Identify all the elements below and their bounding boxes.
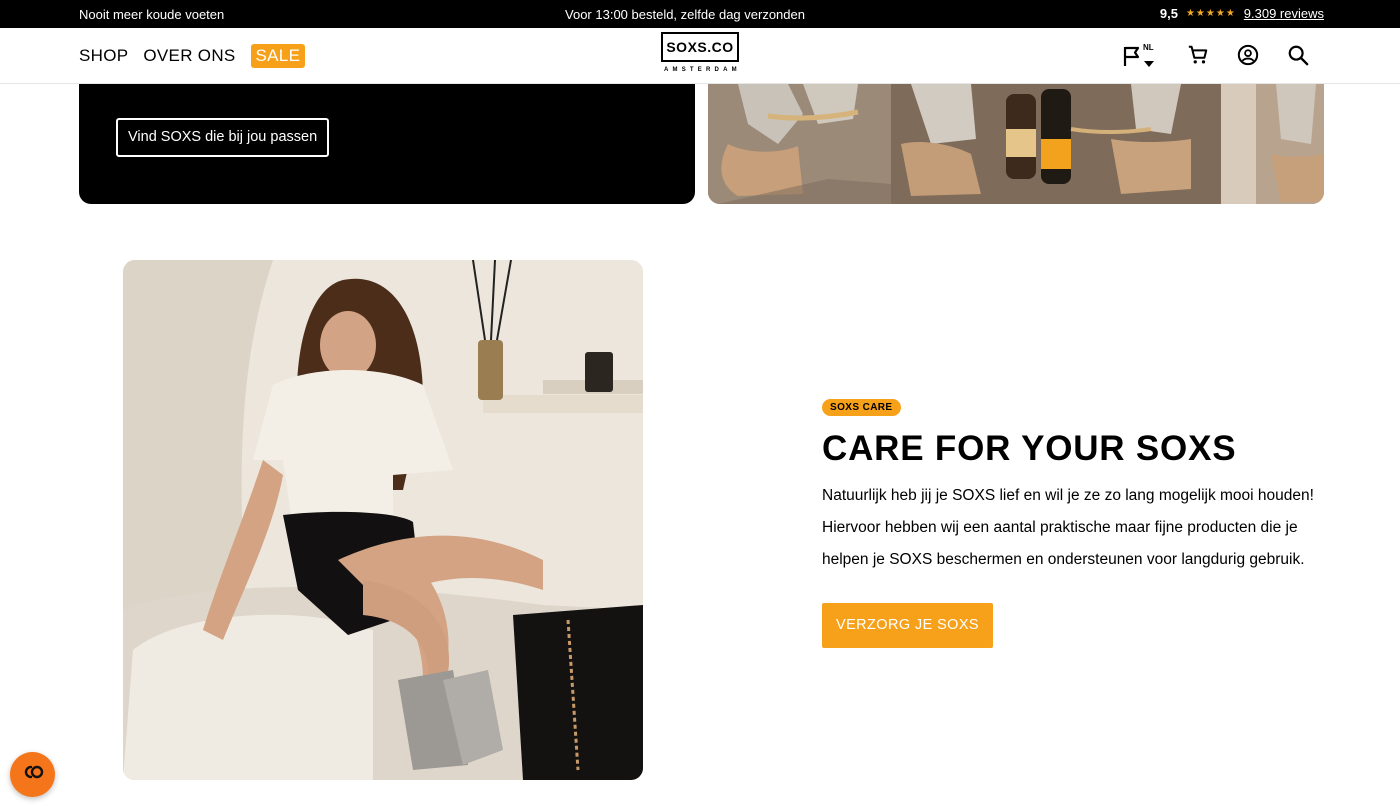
find-soxs-button[interactable]: Vind SOXS die bij jou passen <box>116 118 330 157</box>
nav-shop[interactable]: SHOP <box>79 46 128 66</box>
site-header: SHOP OVER ONS SALE SOXS.CO AMSTERDAM NL <box>0 28 1400 84</box>
chat-button[interactable] <box>10 752 55 797</box>
logo-subtitle: AMSTERDAM <box>664 67 741 73</box>
hero-card: Vind SOXS die bij jou passen <box>79 84 695 204</box>
language-code: NL <box>1143 43 1154 52</box>
account-icon <box>1237 44 1259 71</box>
rating-summary: 9,5 ★★★★★ 9.309 reviews <box>1160 6 1324 21</box>
main-nav: SHOP OVER ONS SALE <box>79 44 306 68</box>
care-badge: SOXS CARE <box>822 399 901 416</box>
rating-score: 9,5 <box>1159 6 1178 21</box>
hero-photo <box>708 84 1324 204</box>
search-icon <box>1287 44 1309 71</box>
announcement-bar: Nooit meer koude voeten Voor 13:00 beste… <box>0 0 1400 28</box>
care-photo <box>123 260 643 780</box>
care-section: SOXS CARE CARE FOR YOUR SOXS Natuurlijk … <box>822 397 1322 648</box>
hero-photo-heels-right <box>1221 84 1324 204</box>
chat-icon <box>21 765 45 784</box>
language-selector[interactable]: NL <box>1122 43 1162 71</box>
care-description: Natuurlijk heb jij je SOXS lief en wil j… <box>822 487 1314 568</box>
reviews-link[interactable]: 9.309 reviews <box>1244 6 1324 21</box>
site-logo[interactable]: SOXS.CO AMSTERDAM <box>661 32 739 73</box>
care-cta-button[interactable]: VERZORG JE SOXS <box>822 603 993 648</box>
flag-icon <box>1122 45 1142 72</box>
cart-button[interactable] <box>1184 43 1212 71</box>
rating-stars: ★★★★★ <box>1185 8 1236 19</box>
care-title: CARE FOR YOUR SOXS <box>822 429 1237 468</box>
logo-mark: SOXS.CO <box>661 32 739 62</box>
hero-photo-champagne <box>891 84 1221 204</box>
nav-sale[interactable]: SALE <box>250 44 306 68</box>
header-icons: NL <box>1122 43 1312 71</box>
account-button[interactable] <box>1234 43 1262 71</box>
cart-icon <box>1187 44 1209 71</box>
nav-about[interactable]: OVER ONS <box>143 46 235 66</box>
search-button[interactable] <box>1284 43 1312 71</box>
hero-photo-heels-left <box>708 84 891 204</box>
chevron-down-icon <box>1144 55 1154 73</box>
